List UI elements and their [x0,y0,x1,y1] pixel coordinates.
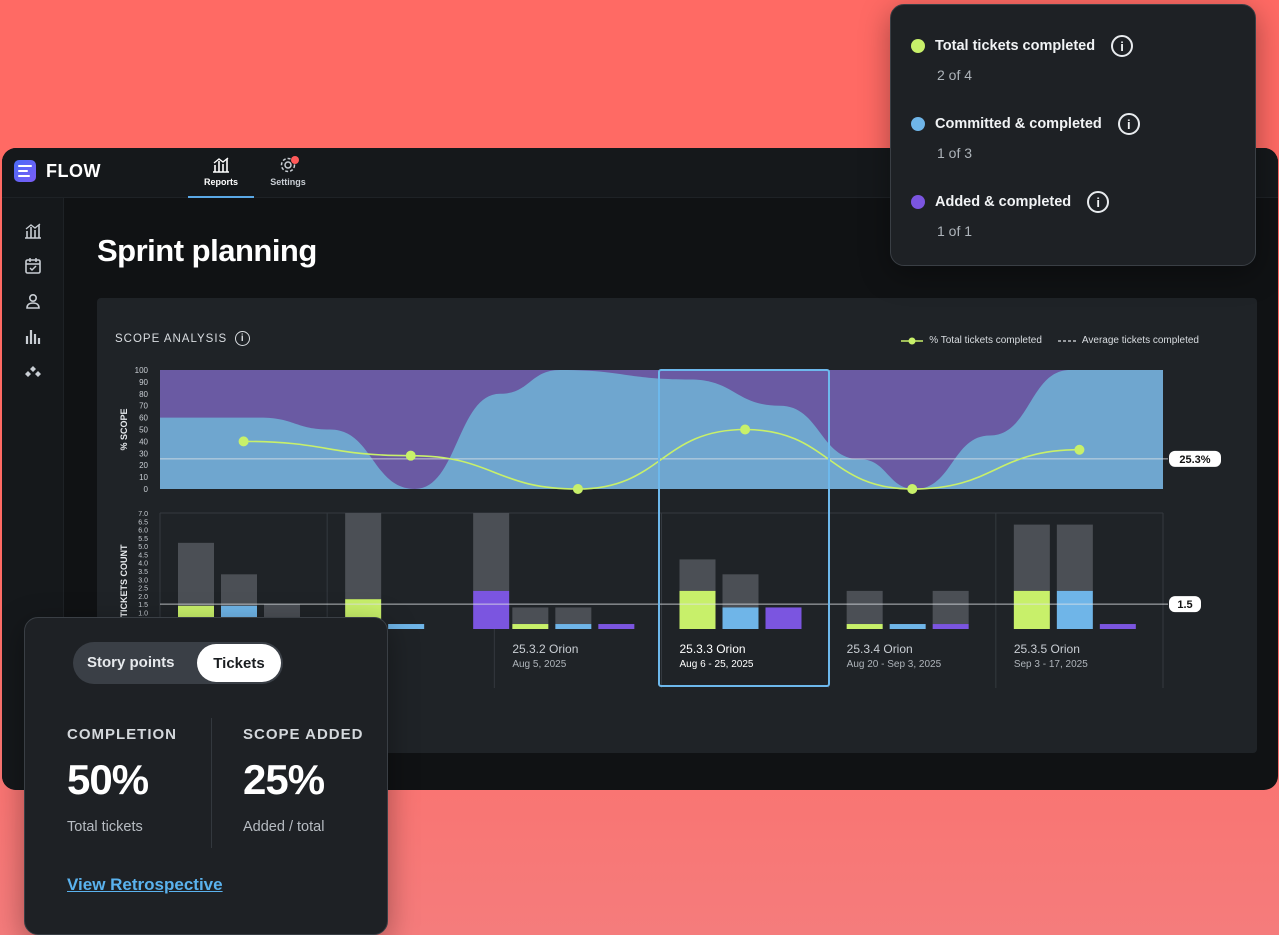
completion-label: COMPLETION [67,726,177,743]
iteration-name: 25.3.2 Orion [512,642,579,656]
added-color-dot [911,195,925,209]
bar-chart-icon[interactable] [23,326,43,346]
completion-sub: Total tickets [67,819,143,835]
completion-tooltip: Total tickets completed i 2 of 4 Committe… [890,4,1256,266]
toggle-story-points[interactable]: Story points [87,654,175,671]
iteration-name: 25.3.4 Orion [846,642,913,656]
tooltip-label-total: Total tickets completed [935,38,1096,54]
tab-settings-label: Settings [270,177,306,187]
tooltip-label-committed: Committed & completed [935,116,1102,132]
iteration-label[interactable]: 25.3.2 Orion Aug 5, 2025 [512,642,578,670]
legend-line-dot-icon [901,337,924,344]
iteration-dates: Aug 20 - Sep 3, 2025 [846,659,942,670]
flow-logo-icon [14,160,36,182]
metric-divider [211,718,212,848]
tooltip-row-total: Total tickets completed i 2 of 4 [911,35,1155,83]
tooltip-row-committed: Committed & completed i 1 of 3 [911,113,1162,161]
scope-added-sub: Added / total [243,819,325,835]
info-icon[interactable]: i [1087,191,1110,213]
notification-dot [291,156,299,164]
bar-chart-icon [213,157,229,173]
scope-added-label: SCOPE ADDED [243,726,364,743]
tab-reports-label: Reports [203,177,238,187]
summary-card: Story points Tickets COMPLETION 50% Tota… [24,617,388,935]
tooltip-value-committed: 1 of 3 [937,145,973,161]
tooltip-value-added: 1 of 1 [937,223,973,239]
selected-iteration-highlight[interactable] [658,369,830,687]
unit-toggle[interactable]: Story points Tickets [73,642,283,684]
iteration-label[interactable]: 25.3.5 Orion Sep 3 - 17, 2025 [1014,642,1088,670]
info-icon[interactable]: i [1117,113,1140,135]
iteration-dates: Aug 5, 2025 [512,659,567,670]
diamond-cluster-icon[interactable] [23,362,43,382]
tab-settings[interactable]: Settings [255,154,321,198]
legend-item-average: Average tickets completed [1057,335,1199,346]
chart-legend: % Total tickets completed Average ticket… [901,335,1199,346]
calendar-icon[interactable] [23,256,43,276]
info-icon[interactable]: i [235,331,251,346]
legend-label-average: Average tickets completed [1081,335,1199,346]
iteration-name: 25.3.5 Orion [1013,642,1080,656]
legend-dashed-line-icon [1057,339,1076,342]
total-color-dot [911,39,925,53]
legend-label-completed: % Total tickets completed [929,335,1042,346]
toggle-tickets[interactable]: Tickets [197,644,281,682]
tooltip-value-total: 2 of 4 [937,67,973,83]
person-icon[interactable] [23,291,43,311]
iteration-dates: Sep 3 - 17, 2025 [1013,659,1088,670]
tooltip-label-added: Added & completed [935,194,1072,210]
app-name: FLOW [46,160,101,181]
committed-color-dot [911,117,925,131]
legend-item-completed: % Total tickets completed [901,335,1042,346]
scope-analysis-title: SCOPE ANALYSIS i [115,331,251,346]
tooltip-row-added: Added & completed i 1 of 1 [911,191,1131,239]
reports-icon[interactable] [23,220,43,240]
scope-added-value: 25% [243,756,325,803]
completion-value: 50% [67,756,149,803]
page-title: Sprint planning [97,233,317,268]
scope-analysis-title-text: SCOPE ANALYSIS [115,332,228,345]
info-icon[interactable]: i [1111,35,1134,57]
view-retrospective-link[interactable]: View Retrospective [67,875,223,895]
tab-reports[interactable]: Reports [188,154,254,198]
iteration-label[interactable]: 25.3.4 Orion Aug 20 - Sep 3, 2025 [847,642,942,670]
logo[interactable]: FLOW [14,160,101,182]
